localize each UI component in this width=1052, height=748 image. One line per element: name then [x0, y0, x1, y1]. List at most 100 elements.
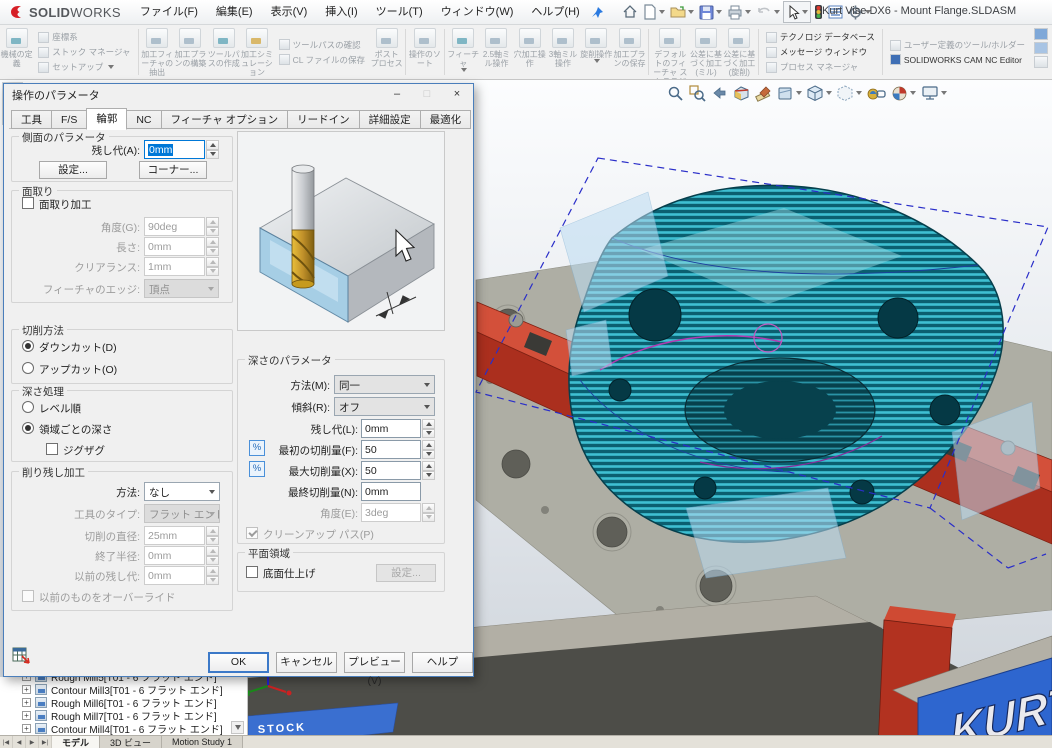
final-cut-input[interactable]: [361, 482, 421, 501]
feature-button[interactable]: フィーチャ: [447, 25, 480, 79]
tab-model[interactable]: モデル: [52, 736, 100, 748]
tab-3d-views[interactable]: 3D ビュー: [100, 736, 162, 748]
menu-window[interactable]: ウィンドウ(W): [432, 0, 523, 25]
pin-menu-icon[interactable]: [589, 1, 606, 23]
preview-button[interactable]: プレビュー(V): [344, 652, 405, 673]
expand-icon[interactable]: +: [22, 698, 31, 707]
by-level-radio[interactable]: [22, 401, 34, 413]
tab-fs[interactable]: F/S: [51, 110, 87, 129]
message-window-button[interactable]: メッセージ ウィンドウ: [766, 46, 875, 58]
default-feature-strategy-button[interactable]: デフォルトのフィーチャ ストラテジ: [651, 25, 689, 79]
cancel-button[interactable]: キャンセル: [276, 652, 337, 673]
ok-button[interactable]: OK: [208, 652, 269, 673]
menu-help[interactable]: ヘルプ(H): [522, 0, 588, 25]
technology-database-button[interactable]: テクノロジ データベース: [766, 31, 875, 43]
max-cut-percent-button[interactable]: %: [249, 461, 265, 477]
display-pane-icon[interactable]: [1034, 56, 1048, 68]
undo-button[interactable]: [754, 1, 782, 23]
extract-machinable-features-button[interactable]: 加工フィーチャの抽出: [141, 25, 174, 79]
view-orientation-icon[interactable]: [806, 83, 833, 103]
tab-advanced[interactable]: 詳細設定: [359, 110, 421, 129]
first-sheet-button[interactable]: |◀: [0, 736, 13, 748]
menu-view[interactable]: 表示(V): [262, 0, 317, 25]
generate-operation-plan-button[interactable]: 加工プランの構築: [174, 25, 207, 79]
first-cut-input[interactable]: [361, 440, 421, 459]
close-button[interactable]: ×: [442, 85, 472, 104]
tab-tool[interactable]: 工具: [11, 110, 52, 129]
menu-insert[interactable]: 挿入(I): [316, 0, 366, 25]
previous-sheet-button[interactable]: ◀: [13, 736, 26, 748]
rest-method-combo[interactable]: なし: [144, 482, 220, 501]
section-view-icon[interactable]: [732, 83, 751, 103]
cam-nc-editor-button[interactable]: SOLIDWORKS CAM NC Editor: [890, 54, 1025, 65]
appearance-icon[interactable]: [776, 83, 803, 103]
setup-button[interactable]: セットアップ: [38, 61, 130, 73]
tab-motion-study[interactable]: Motion Study 1: [162, 736, 243, 748]
tolerance-based-turn-button[interactable]: 公差に基づく加工(旋削): [723, 25, 756, 79]
side-allowance-input[interactable]: 0mm: [144, 140, 205, 159]
expand-icon[interactable]: +: [22, 724, 31, 733]
export-table-icon[interactable]: [12, 646, 30, 667]
sort-operations-button[interactable]: 操作のソート: [408, 25, 441, 79]
process-manager-button[interactable]: プロセス マネージャ: [766, 61, 875, 73]
max-cut-spinner[interactable]: [422, 461, 435, 480]
depth-by-region-radio[interactable]: [22, 422, 34, 434]
down-cut-radio[interactable]: [22, 340, 34, 352]
side-settings-button[interactable]: 設定...: [39, 161, 107, 179]
tab-optimize[interactable]: 最適化: [420, 110, 472, 129]
generate-toolpath-button[interactable]: ツールパスの作成: [207, 25, 240, 79]
task-pane-icon[interactable]: [1034, 42, 1048, 54]
tab-contour[interactable]: 輪郭: [86, 108, 127, 130]
menu-edit[interactable]: 編集(E): [207, 0, 262, 25]
menu-tools[interactable]: ツール(T): [367, 0, 432, 25]
zoom-to-fit-icon[interactable]: [666, 83, 685, 103]
minimize-button[interactable]: –: [382, 85, 412, 104]
home-button[interactable]: [620, 1, 640, 23]
measure-tools-icon[interactable]: [754, 83, 773, 103]
expand-icon[interactable]: +: [22, 685, 31, 694]
open-document-button[interactable]: [668, 1, 696, 23]
hide-show-items-icon[interactable]: [866, 83, 887, 103]
define-machine-button[interactable]: 機械の定義: [0, 25, 33, 79]
zigzag-checkbox[interactable]: [46, 443, 58, 455]
tab-leadin[interactable]: リードイン: [287, 110, 360, 129]
simulate-toolpath-button[interactable]: 加工シミュレーション: [240, 25, 273, 79]
corner-button[interactable]: コーナー...: [139, 161, 207, 179]
step-through-toolpath-button[interactable]: ツールパスの確認: [279, 39, 365, 51]
mill-3axis-button[interactable]: 3軸ミル操作: [546, 25, 579, 79]
save-button[interactable]: [697, 1, 724, 23]
turn-operation-button[interactable]: 旋削操作: [580, 25, 613, 79]
help-button[interactable]: ヘルプ: [412, 652, 473, 673]
coordinate-system-button[interactable]: 座標系: [38, 31, 130, 43]
zoom-to-area-icon[interactable]: [688, 83, 707, 103]
display-style-icon[interactable]: [836, 83, 863, 103]
depth-method-combo[interactable]: 同一: [334, 375, 435, 394]
side-allowance-spinner[interactable]: [206, 140, 219, 159]
ramp-combo[interactable]: オフ: [334, 397, 435, 416]
tolerance-based-mill-button[interactable]: 公差に基づく加工(ミル): [689, 25, 722, 79]
expand-icon[interactable]: +: [22, 677, 31, 681]
user-defined-tool-holder-button[interactable]: ユーザー定義のツール/ホルダー: [890, 39, 1025, 51]
hole-machining-button[interactable]: 穴加工操作: [513, 25, 546, 79]
depth-allowance-input[interactable]: [361, 419, 421, 438]
tab-feature-options[interactable]: フィーチャ オプション: [161, 110, 289, 129]
tree-item-contour-mill4[interactable]: + Contour Mill4[T01 - 6 フラット エンド]: [0, 722, 247, 735]
max-cut-input[interactable]: [361, 461, 421, 480]
first-cut-spinner[interactable]: [422, 440, 435, 459]
print-button[interactable]: [725, 1, 753, 23]
expand-icon[interactable]: +: [22, 711, 31, 720]
stock-manager-button[interactable]: ストック マネージャ: [38, 46, 130, 58]
save-cl-file-button[interactable]: CL ファイルの保存: [279, 54, 365, 66]
up-cut-radio[interactable]: [22, 362, 34, 374]
select-tool-button[interactable]: [783, 1, 811, 23]
next-sheet-button[interactable]: ▶: [26, 736, 39, 748]
previous-view-icon[interactable]: [710, 83, 729, 103]
mill-25axis-button[interactable]: 2.5軸ミル操作: [480, 25, 513, 79]
menu-file[interactable]: ファイル(F): [131, 0, 207, 25]
cascade-windows-icon[interactable]: [1034, 28, 1048, 40]
tree-scroll-down-button[interactable]: [231, 721, 244, 734]
chamfer-machining-checkbox[interactable]: [22, 197, 34, 209]
new-document-button[interactable]: [641, 1, 667, 23]
bottom-finish-checkbox[interactable]: [246, 566, 258, 578]
tab-nc[interactable]: NC: [126, 110, 161, 129]
